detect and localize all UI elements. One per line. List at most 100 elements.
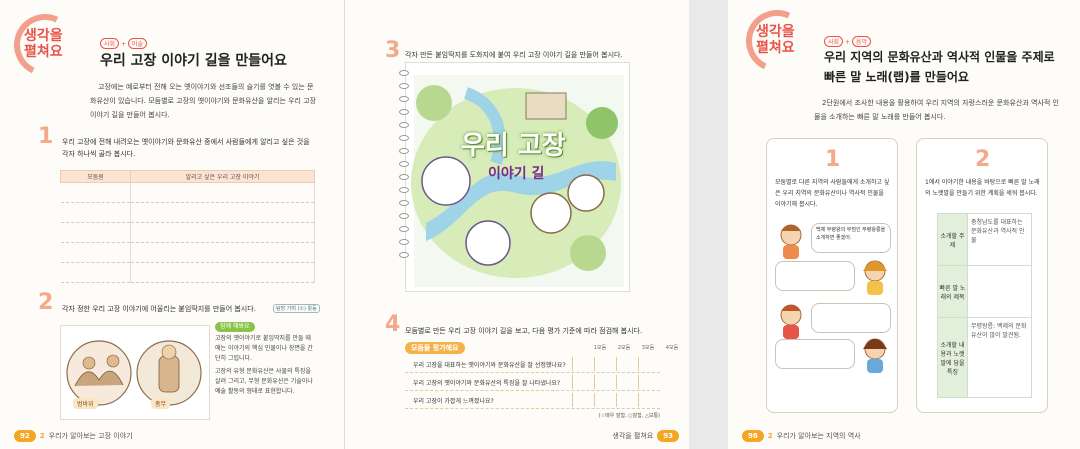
sticker-examples: 범바위 총무 [60,325,210,420]
rating-cell[interactable] [572,393,594,407]
members-table: 모둠원 알리고 싶은 우리 고장 이야기 [60,170,315,283]
table-cell[interactable] [60,262,131,283]
intro-text: 고장에는 예로부터 전해 오는 옛이야기와 선조들의 슬기를 엿볼 수 있는 문… [90,83,317,119]
intro-text: 2단원에서 조사한 내용을 활용하여 우리 지역의 자랑스러운 문화유산과 역사… [814,99,1059,121]
table-row [60,262,315,283]
activity-tag: 탐방 가며 (①) 활동 [273,304,320,313]
table-cell[interactable] [130,182,315,203]
girl-character-icon [863,338,887,373]
card-text: 1에서 이야기한 내용을 바탕으로 빠른 말 노래의 노랫말을 만들기 위한 계… [925,179,1040,197]
plan-row-label: 소개할 내용과 노랫말에 담을 특징 [937,317,968,398]
page-title: 우리 지역의 문화유산과 역사적 인물을 주제로 [824,50,1055,64]
subject-tag: 음악 [851,36,871,47]
step-number: 2 [38,290,54,315]
table-cell[interactable] [60,242,131,263]
sticker-label: 범바위 [73,398,98,409]
rating-cell[interactable] [616,357,638,371]
rating-cell[interactable] [638,375,660,389]
column-header: 3모둠 [641,345,655,351]
table-cell[interactable] [60,222,131,243]
speech-bubble-blank[interactable] [775,261,855,291]
activity-card-2: 2 1에서 이야기한 내용을 바탕으로 빠른 말 노래의 노랫말을 만들기 위한… [916,138,1048,413]
tip-item: 고장의 옛이야기로 붙임딱지를 만들 때에는 이야기의 핵심 인물이나 장면을 … [215,335,313,362]
rating-cell[interactable] [572,357,594,371]
table-cell[interactable] [130,222,315,243]
table-cell[interactable] [60,182,131,203]
speech-bubble: 백제 무령왕의 무덤인 무령왕릉을 소개하면 좋겠어. [811,223,891,253]
step-number: 1 [38,124,54,149]
plan-row-label: 소개할 주제 [937,213,968,266]
table-cell[interactable] [130,262,315,283]
evaluation-table: 모둠들 평가해요 1모둠 2모둠 3모둠 4모둠 우리 고장을 대표하는 옛이야… [405,342,678,422]
song-plan-table: 소개할 주제 충청남도를 대표하는 문화유산과 역사적 인물 빠른 말 노래의 … [937,213,1032,398]
step-text: 각자 만든 붙임딱지를 도화지에 붙여 우리 고장 이야기 길을 만들어 봅시다… [405,51,623,59]
badge-label: 생각을 펼쳐요 [756,24,795,56]
evaluation-criterion: 우리 고장을 대표하는 옛이야기와 문화유산을 잘 선정했나요? [413,361,566,369]
tip-title: 함께 해봐요 [215,322,255,332]
badge-label: 생각을 펼쳐요 [24,28,63,60]
step-number: 4 [385,312,401,337]
card-text: 모둠별로 다른 지역의 사람들에게 소개하고 싶은 우리 지역의 문화유산이나 … [775,179,890,208]
activity-card-1: 1 모둠별로 다른 지역의 사람들에게 소개하고 싶은 우리 지역의 문화유산이… [766,138,898,413]
evaluation-row: 우리 고장이 가깝게 느껴졌나요? [405,392,660,409]
column-header: 2모둠 [617,345,631,351]
sticker-label: 총무 [151,398,171,409]
rating-legend: (☆매우 잘함, ○잘함, △보통) [598,413,660,419]
footer-text: 우리가 알아보는 지역의 역사 [776,432,861,440]
step-number: 1 [825,147,841,172]
rating-cell[interactable] [594,375,616,389]
page-number: 92 [14,430,36,442]
boy-character-icon [780,304,802,339]
subject-tag: 사회 [824,36,844,47]
notebook-rings [399,70,411,265]
step-text: 각자 정한 우리 고장 이야기에 어울리는 붙임딱지를 만들어 봅시다. [62,305,256,313]
table-row: 소개할 주제 충청남도를 대표하는 문화유산과 역사적 인물 [937,213,1032,266]
column-header: 4모둠 [665,345,679,351]
speech-bubble-blank[interactable] [811,303,891,333]
plan-row-value[interactable]: 충청남도를 대표하는 문화유산과 역사적 인물 [967,213,1032,266]
evaluation-label: 모둠들 평가해요 [405,342,465,354]
rating-cell[interactable] [594,357,616,371]
rating-cell[interactable] [638,393,660,407]
step-number: 3 [385,38,401,63]
step-number: 2 [975,147,991,172]
rating-cell[interactable] [638,357,660,371]
plan-row-label: 빠른 말 노래의 제목 [937,265,968,318]
girl-character-icon [863,260,887,295]
speech-bubble-blank[interactable] [775,339,855,369]
table-row [60,202,315,223]
table-row: 소개할 내용과 노랫말에 담을 특징 무령왕릉: 백제의 문화유산이 많이 발견… [937,317,1032,398]
subject-tag: 미술 [127,38,147,49]
table-cell[interactable] [130,242,315,263]
step-text: 우리 고장에 전해 내려오는 옛이야기와 문화유산 중에서 사람들에게 알리고 … [62,138,310,158]
table-cell[interactable] [60,202,131,223]
table-header: 모둠원 [60,170,131,183]
table-row [60,182,315,203]
table-cell[interactable] [130,202,315,223]
rating-cell[interactable] [594,393,616,407]
page-92: 생각을 펼쳐요 사회 + 미술 우리 고장 이야기 길을 만들어요 고장에는 예… [0,0,344,449]
step-text: 모둠별로 만든 우리 고장 이야기 길을 보고, 다음 평가 기준에 따라 점검… [405,327,643,335]
subject-tags: 사회 + 음악 [824,36,871,47]
subject-tags: 사회 + 미술 [100,38,147,49]
rating-cell[interactable] [616,375,638,389]
page-number: 93 [657,430,679,442]
boy-character-icon [780,224,802,259]
rating-cell[interactable] [616,393,638,407]
page-footer: 98 2 우리가 알아보는 지역의 역사 [742,429,861,443]
evaluation-row: 우리 고장을 대표하는 옛이야기와 문화유산을 잘 선정했나요? [405,356,660,373]
footer-text: 생각을 펼쳐요 [612,432,654,440]
table-header: 알리고 싶은 우리 고장 이야기 [130,170,315,183]
page-footer: 92 2 우리가 알아보는 고장 이야기 [14,429,133,443]
plan-row-value[interactable] [967,265,1032,318]
rating-cell[interactable] [572,375,594,389]
page-title: 우리 고장 이야기 길을 만들어요 [100,53,287,69]
footer-text: 우리가 알아보는 고장 이야기 [48,432,133,440]
table-row [60,222,315,243]
unit-number: 2 [39,432,45,440]
evaluation-criterion: 우리 고장의 옛이야기와 문화유산의 특징을 잘 나타냈나요? [413,379,561,387]
plan-row-value[interactable]: 무령왕릉: 백제의 문화유산이 많이 발견됨. [967,317,1032,398]
page-98: 생각을 펼쳐요 사회 + 음악 우리 지역의 문화유산과 역사적 인물을 주제로… [728,0,1080,449]
unit-number: 2 [767,432,773,440]
evaluation-row: 우리 고장의 옛이야기와 문화유산의 특징을 잘 나타냈나요? [405,374,660,391]
